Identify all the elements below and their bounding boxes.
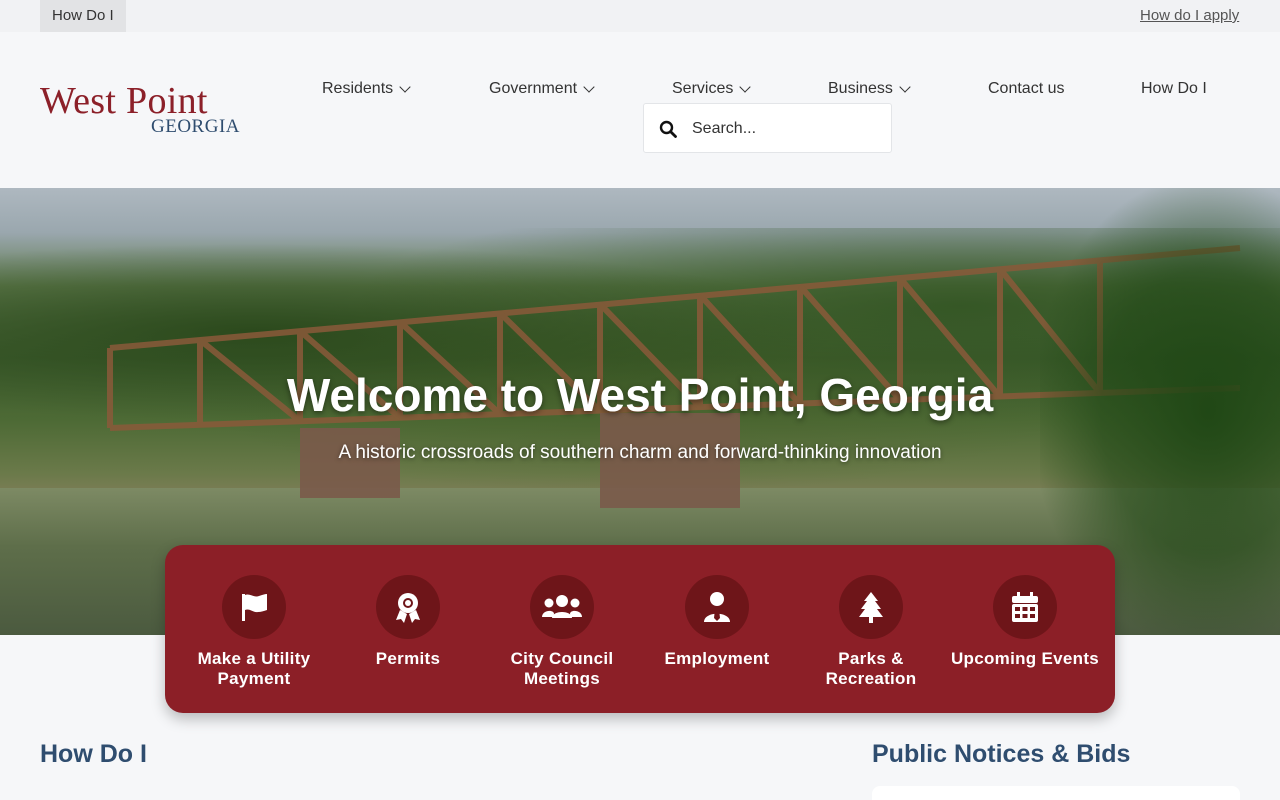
quick-links-panel: Make a Utility Payment Permits City Coun… [165,545,1115,713]
logo-subtitle: GEORGIA [151,116,240,137]
quick-link-icon-circle [376,575,440,639]
quick-link-icon-circle [685,575,749,639]
quick-link-label: City Council Meetings [510,649,614,688]
search-icon[interactable] [659,120,677,138]
quick-link-label: Upcoming Events [950,649,1100,668]
users-icon [542,595,582,618]
search-input[interactable] [692,117,882,141]
nav-item-label: Residents [322,80,394,97]
quick-link-label: Employment [664,649,770,668]
quick-link-icon-circle [222,575,286,639]
quick-link-utility-payment[interactable]: Make a Utility Payment [177,575,331,689]
quick-link-city-council[interactable]: City Council Meetings [485,575,639,689]
flag-icon [242,594,267,621]
quick-link-icon-circle [839,575,903,639]
nav-item-contact[interactable]: Contact us [988,64,1064,114]
hero-title: Welcome to West Point, Georgia [286,369,994,421]
main-nav: Residents Government Services Business C… [0,64,1280,114]
quick-link-icon-circle [993,575,1057,639]
nav-item-label: Government [489,80,578,97]
news-ticker-link[interactable]: How do I apply [1140,0,1240,32]
calendar-icon [1012,592,1038,622]
tree-icon [859,592,883,623]
public-notices-heading: Public Notices & Bids [872,740,1131,768]
hero-subtitle: A historic crossroads of southern charm … [338,442,942,463]
site-header: West Point GEORGIA Residents Government … [0,32,1280,188]
chevron-down-icon [583,80,595,93]
chevron-down-icon [399,80,411,93]
quick-link-upcoming-events[interactable]: Upcoming Events [948,575,1102,669]
nav-item-residents[interactable]: Residents [322,64,411,114]
user-tie-icon [704,592,730,622]
award-icon [396,593,420,623]
utility-bar: How Do I How do I apply [0,0,1280,32]
quick-link-parks-recreation[interactable]: Parks & Recreation [794,575,948,689]
chevron-down-icon [739,80,752,93]
how-do-i-tab[interactable]: How Do I [40,0,126,32]
chevron-down-icon [899,80,911,93]
search-box [643,103,892,153]
quick-link-label: Make a Utility Payment [197,649,311,688]
nav-item-label: How Do I [1141,80,1207,97]
nav-item-government[interactable]: Government [489,64,595,114]
quick-link-employment[interactable]: Employment [640,575,794,669]
quick-link-label: Permits [375,649,441,668]
quick-link-permits[interactable]: Permits [331,575,485,669]
nav-item-label: Contact us [988,80,1065,97]
public-notices-card [872,786,1240,800]
how-do-i-heading: How Do I [40,740,147,768]
nav-item-how-do-i[interactable]: How Do I [1141,64,1207,114]
quick-link-label: Parks & Recreation [825,649,917,688]
quick-link-icon-circle [530,575,594,639]
